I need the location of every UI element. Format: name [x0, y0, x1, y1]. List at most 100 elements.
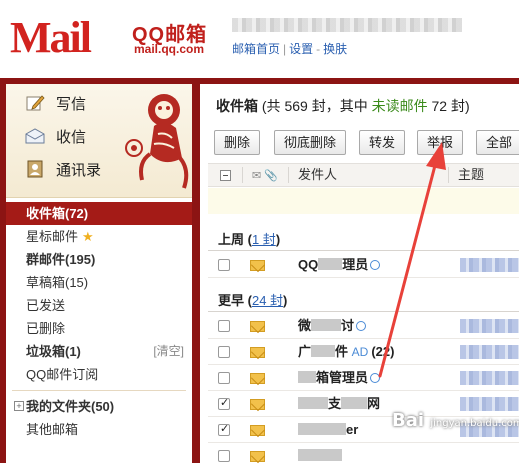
- person-icon: [370, 373, 381, 383]
- unread-envelope-icon: [250, 425, 265, 436]
- sender-text: 箱管理员: [316, 370, 369, 385]
- row-checkbox[interactable]: [218, 450, 230, 462]
- group-header-last-week: 上周 (1 封): [218, 232, 281, 247]
- write-mail-button[interactable]: 写信: [24, 90, 86, 116]
- row-checkbox[interactable]: [218, 372, 230, 384]
- address-book-icon: [24, 160, 46, 178]
- select-all-checkbox[interactable]: [220, 170, 231, 181]
- ad-badge: AD: [351, 345, 369, 359]
- column-header: ✉ 📎 发件人 主题: [208, 163, 519, 187]
- row-checkbox[interactable]: [218, 346, 230, 358]
- folder-my-folders[interactable]: + 我的文件夹(50): [6, 395, 192, 418]
- sender-text: 讨: [341, 318, 355, 333]
- blurred-text: [341, 397, 368, 409]
- row-checkbox-checked[interactable]: [218, 396, 230, 410]
- group-divider: [208, 250, 519, 251]
- blurred-text: [298, 449, 342, 461]
- nav-change-skin[interactable]: 换肤: [323, 42, 347, 56]
- envelope-attachment-icons: ✉ 📎: [252, 170, 278, 182]
- folder-drafts[interactable]: 草稿箱(15): [6, 271, 192, 294]
- sender-text: 微: [298, 318, 312, 333]
- envelope-icon: [24, 127, 46, 145]
- unread-envelope-icon: [250, 373, 265, 384]
- folder-group-mail[interactable]: 群邮件(195): [6, 248, 192, 271]
- row-sender: 支网: [298, 391, 380, 416]
- column-separator: [448, 167, 449, 183]
- contacts-label: 通讯录: [56, 161, 102, 179]
- nav-separator: -: [316, 42, 321, 56]
- sender-column-header[interactable]: 发件人: [298, 164, 337, 186]
- row-sender: 广 件 AD (22): [298, 339, 394, 365]
- row-sender: er: [298, 417, 358, 442]
- brand-url: mail.qq.com: [134, 42, 205, 56]
- column-separator: [288, 167, 289, 183]
- folder-divider: [12, 390, 186, 391]
- sender-text: 理员: [342, 257, 369, 272]
- receive-mail-button[interactable]: 收信: [24, 123, 86, 149]
- row-checkbox[interactable]: [218, 259, 230, 271]
- row-checkbox[interactable]: [218, 320, 230, 332]
- sender-text: 支: [328, 396, 342, 411]
- group-divider: [208, 311, 519, 312]
- folder-spam-label: 垃圾箱(1): [26, 344, 81, 359]
- sender-text: 广: [298, 344, 312, 359]
- folder-sent[interactable]: 已发送: [6, 294, 192, 317]
- folder-list: 收件箱(72) 星标邮件 ★ 群邮件(195) 草稿箱(15) 已发送 已删除 垃…: [6, 202, 192, 441]
- permanent-delete-button[interactable]: 彻底删除: [274, 130, 347, 155]
- clear-spam-link[interactable]: [清空]: [153, 340, 184, 363]
- mail-row[interactable]: 箱管理员: [208, 365, 519, 391]
- blurred-text: [298, 397, 328, 409]
- sidebar: 写信 收信 通讯录 收件箱(72) 星标邮件 ★ 群邮件(195) 草稿箱(15…: [6, 84, 192, 463]
- receive-mail-label: 收信: [56, 128, 87, 146]
- folder-deleted[interactable]: 已删除: [6, 317, 192, 340]
- summary-suffix: 72 封): [431, 98, 470, 114]
- expand-plus-icon[interactable]: +: [14, 401, 24, 411]
- folder-subscriptions[interactable]: QQ邮件订阅: [6, 363, 192, 386]
- nav-mailbox-home[interactable]: 邮箱首页: [232, 42, 280, 56]
- mail-row[interactable]: 微讨: [208, 313, 519, 339]
- inbox-title: 收件箱: [216, 98, 258, 114]
- row-subject-blurred: [460, 345, 519, 359]
- quick-actions: 写信 收信 通讯录: [6, 84, 192, 198]
- delete-button[interactable]: 删除: [214, 130, 261, 155]
- mail-row[interactable]: QQ 理员: [208, 252, 519, 278]
- forward-button[interactable]: 转发: [359, 130, 406, 155]
- watermark-url: jingyan.baidu.com: [430, 418, 519, 429]
- baidu-watermark: Bai jingyan.baidu.com: [392, 410, 519, 431]
- pencil-icon: [24, 94, 46, 112]
- user-account-blurred: [232, 18, 462, 32]
- row-sender: [298, 443, 342, 468]
- notice-strip: [208, 188, 519, 214]
- group-count-link[interactable]: 24 封: [252, 293, 283, 308]
- summary-prefix: (共 569 封，其中: [261, 98, 368, 114]
- header: Mail QQ邮箱 mail.qq.com 邮箱首页 | 设置 - 换肤: [0, 0, 519, 78]
- watermark-text: Bai: [392, 410, 425, 431]
- thread-count: (22): [371, 344, 395, 359]
- person-icon: [370, 260, 381, 270]
- row-subject-blurred: [460, 397, 519, 411]
- unread-envelope-icon: [250, 399, 265, 410]
- top-nav: 邮箱首页 | 设置 - 换肤: [232, 40, 347, 57]
- report-spam-button[interactable]: 举报: [417, 130, 464, 155]
- row-subject-blurred: [460, 371, 519, 385]
- folder-other-mailboxes[interactable]: 其他邮箱: [6, 418, 192, 441]
- folder-spam[interactable]: 垃圾箱(1) [清空]: [6, 340, 192, 363]
- qq-mail-logo[interactable]: Mail: [10, 14, 128, 62]
- folder-inbox[interactable]: 收件箱(72): [6, 202, 192, 225]
- nav-separator: |: [283, 42, 287, 56]
- unread-envelope-icon: [250, 347, 265, 358]
- blurred-text: [311, 345, 336, 357]
- folder-starred[interactable]: 星标邮件 ★: [6, 225, 192, 248]
- mail-row[interactable]: [208, 443, 519, 469]
- mark-all-button[interactable]: 全部: [476, 130, 519, 155]
- row-sender: 箱管理员: [298, 365, 381, 390]
- contacts-button[interactable]: 通讯录: [24, 156, 101, 182]
- unread-link[interactable]: 未读邮件: [372, 98, 428, 114]
- nav-settings[interactable]: 设置: [289, 42, 313, 56]
- row-sender: QQ 理员: [298, 252, 381, 277]
- mail-row[interactable]: 广 件 AD (22): [208, 339, 519, 365]
- row-checkbox-checked[interactable]: [218, 422, 230, 436]
- group-count-link[interactable]: 1 封: [252, 232, 276, 247]
- subject-column-header[interactable]: 主题: [458, 164, 484, 186]
- unread-envelope-icon: [250, 260, 265, 271]
